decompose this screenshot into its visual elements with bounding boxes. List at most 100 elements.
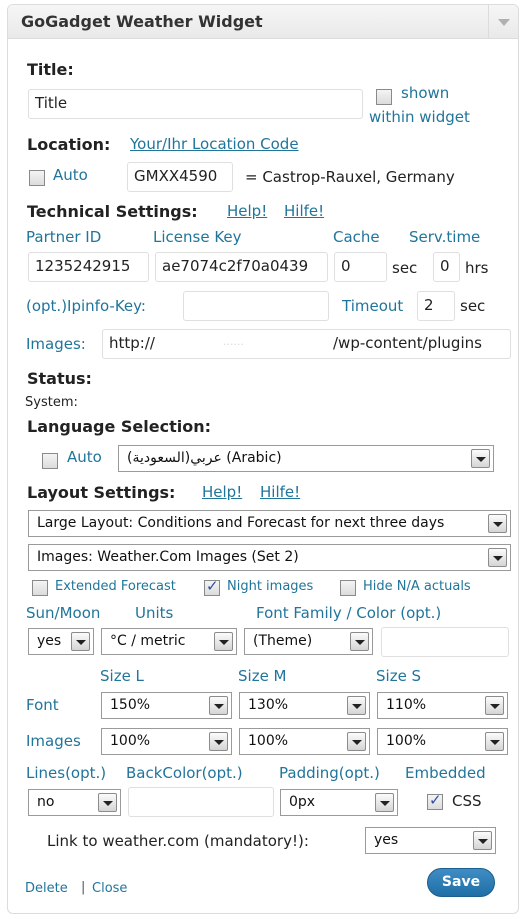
- footer-separator: |: [81, 880, 86, 895]
- technical-hilfe-link[interactable]: Hilfe!: [284, 202, 324, 220]
- images-path-mid: ......: [223, 335, 244, 348]
- images-path-input[interactable]: http:// ...... /wp-content/plugins: [102, 329, 511, 359]
- size-m-label: Size M: [238, 667, 287, 685]
- padding-select[interactable]: 0px: [280, 789, 398, 816]
- chevron-down-icon: [471, 449, 490, 468]
- cache-input[interactable]: 0: [334, 252, 387, 282]
- images-path-start: http://: [109, 334, 155, 352]
- font-size-s-value: 110%: [386, 697, 427, 713]
- size-l-label: Size L: [100, 667, 144, 685]
- image-size-m-select[interactable]: 100%: [239, 728, 370, 755]
- delete-link[interactable]: Delete: [25, 881, 68, 896]
- font-color-input[interactable]: [381, 627, 509, 657]
- license-key-input[interactable]: ae7074c2f70a0439: [155, 252, 328, 282]
- timeout-input[interactable]: 2: [417, 291, 455, 321]
- embedded-css-checkbox[interactable]: [427, 791, 443, 810]
- chevron-down-icon: [347, 732, 366, 751]
- font-family-select[interactable]: (Theme): [244, 628, 373, 655]
- font-size-s-select[interactable]: 110%: [377, 692, 508, 719]
- units-label: Units: [135, 604, 174, 622]
- images-size-label: Images: [26, 732, 81, 750]
- serv-time-unit: hrs: [465, 259, 489, 277]
- chevron-down-icon: [98, 793, 117, 812]
- license-key-label: License Key: [153, 228, 242, 246]
- lines-select-value: no: [37, 794, 55, 810]
- font-size-label: Font: [26, 696, 59, 714]
- technical-settings-label: Technical Settings:: [27, 202, 198, 221]
- weather-link-label: Link to weather.com (mandatory!):: [47, 832, 309, 850]
- chevron-down-icon: [347, 696, 366, 715]
- location-code-input[interactable]: GMXX4590: [127, 162, 233, 192]
- embedded-css-label: CSS: [452, 792, 482, 810]
- close-link[interactable]: Close: [92, 881, 127, 896]
- image-set-select[interactable]: Images: Weather.Com Images (Set 2): [28, 544, 511, 571]
- partner-id-input[interactable]: 1235242915: [28, 252, 149, 282]
- title-input[interactable]: Title: [28, 89, 363, 119]
- padding-label: Padding(opt.): [279, 764, 380, 782]
- font-size-l-select[interactable]: 150%: [101, 692, 232, 719]
- widget-title: GoGadget Weather Widget: [21, 12, 263, 31]
- font-family-color-label: Font Family / Color (opt.): [256, 604, 442, 622]
- chevron-down-icon: [498, 19, 510, 26]
- location-resolved-text: = Castrop-Rauxel, Germany: [245, 168, 455, 186]
- font-size-m-select[interactable]: 130%: [239, 692, 370, 719]
- chevron-down-icon: [71, 632, 90, 651]
- layout-help-link[interactable]: Help!: [202, 483, 242, 501]
- night-images-checkbox[interactable]: [204, 577, 220, 596]
- cache-unit: sec: [392, 259, 418, 277]
- layout-settings-label: Layout Settings:: [27, 483, 176, 502]
- hide-na-actuals-checkbox[interactable]: [340, 580, 356, 596]
- images-path-label: Images:: [26, 335, 86, 353]
- cache-label: Cache: [333, 228, 380, 246]
- location-code-link[interactable]: Your/Ihr Location Code: [130, 135, 299, 153]
- language-auto-checkbox[interactable]: [42, 453, 58, 469]
- chevron-down-icon: [350, 632, 369, 651]
- font-family-select-value: (Theme): [253, 633, 313, 649]
- layout-hilfe-link[interactable]: Hilfe!: [260, 483, 300, 501]
- status-label: Status:: [27, 369, 92, 388]
- timeout-label: Timeout: [342, 297, 404, 315]
- save-button[interactable]: Save: [427, 868, 495, 897]
- language-select[interactable]: عربي(السعودية) (Arabic): [118, 445, 494, 472]
- chevron-down-icon: [214, 632, 233, 651]
- widget-toggle[interactable]: [488, 5, 518, 39]
- sun-moon-label: Sun/Moon: [26, 604, 101, 622]
- padding-select-value: 0px: [289, 794, 316, 810]
- sun-moon-select-value: yes: [37, 633, 62, 649]
- location-auto-checkbox[interactable]: [29, 170, 45, 186]
- image-size-s-select[interactable]: 100%: [377, 728, 508, 755]
- lines-select[interactable]: no: [28, 789, 121, 816]
- font-size-l-value: 150%: [110, 697, 151, 713]
- timeout-unit: sec: [460, 297, 486, 315]
- images-path-end: /wp-content/plugins: [333, 334, 482, 352]
- image-size-l-select[interactable]: 100%: [101, 728, 232, 755]
- within-widget-label: within widget: [369, 108, 470, 126]
- extended-forecast-checkbox[interactable]: [32, 580, 48, 596]
- font-size-m-value: 130%: [248, 697, 289, 713]
- partner-id-label: Partner ID: [26, 228, 102, 246]
- lines-label: Lines(opt.): [26, 764, 107, 782]
- chevron-down-icon: [375, 793, 394, 812]
- shown-within-widget-checkbox[interactable]: [376, 89, 392, 105]
- layout-select[interactable]: Large Layout: Conditions and Forecast fo…: [28, 510, 511, 537]
- units-select-value: °C / metric: [110, 633, 186, 649]
- chevron-down-icon: [488, 548, 507, 567]
- units-select[interactable]: °C / metric: [101, 628, 237, 655]
- language-selection-label: Language Selection:: [27, 417, 212, 436]
- image-size-l-value: 100%: [110, 733, 151, 749]
- image-set-select-value: Images: Weather.Com Images (Set 2): [37, 549, 299, 565]
- ipinfo-key-label: (opt.)Ipinfo-Key:: [26, 297, 146, 315]
- location-auto-label: Auto: [53, 166, 88, 184]
- widget-titlebar[interactable]: GoGadget Weather Widget: [8, 5, 518, 39]
- image-size-s-value: 100%: [386, 733, 427, 749]
- image-size-m-value: 100%: [248, 733, 289, 749]
- weather-link-select[interactable]: yes: [365, 827, 496, 854]
- extended-forecast-label: Extended Forecast: [55, 579, 176, 594]
- chevron-down-icon: [209, 732, 228, 751]
- embedded-label: Embedded: [405, 764, 486, 782]
- serv-time-input[interactable]: 0: [433, 252, 460, 282]
- ipinfo-key-input[interactable]: [183, 291, 329, 321]
- backcolor-input[interactable]: [128, 787, 274, 817]
- sun-moon-select[interactable]: yes: [28, 628, 94, 655]
- technical-help-link[interactable]: Help!: [227, 202, 267, 220]
